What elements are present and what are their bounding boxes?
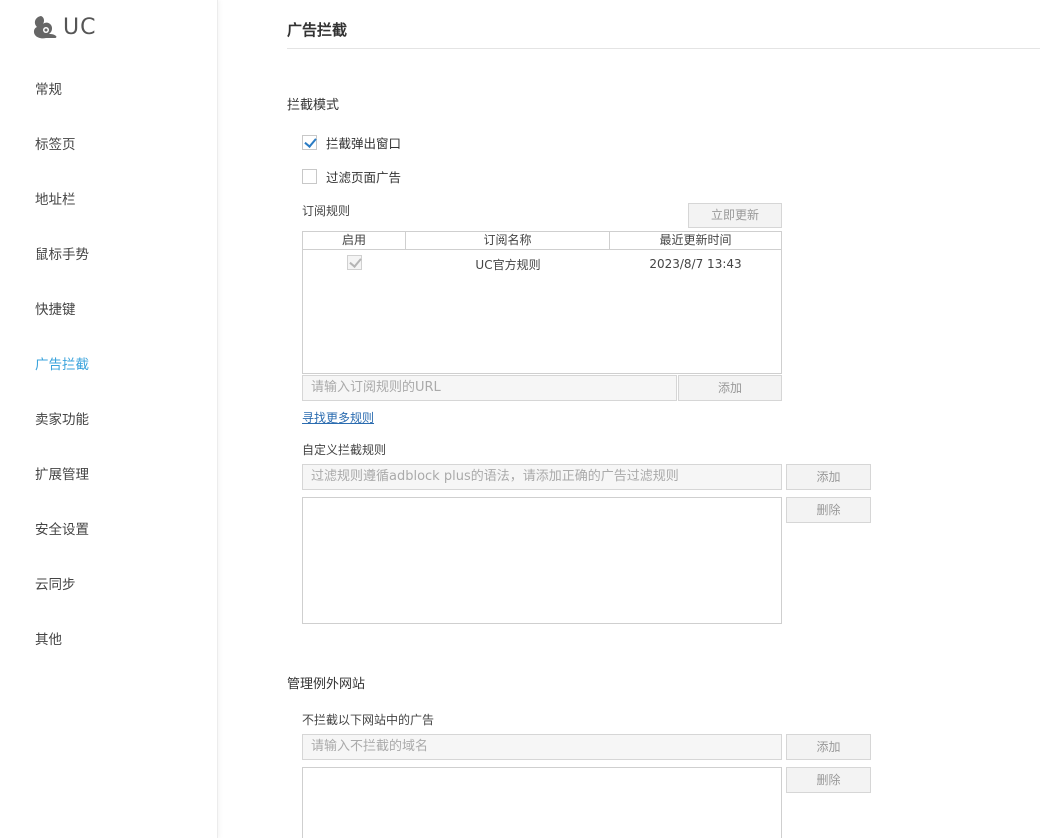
column-header-updated[interactable]: 最近更新时间 [610,232,781,249]
sidebar-item-tabs[interactable]: 标签页 [35,133,76,153]
popup-block-toggle[interactable]: 拦截弹出窗口 [302,133,401,152]
table-row[interactable]: UC官方规则 2023/8/7 13:43 [303,250,781,278]
subscriptions-table: 启用 订阅名称 最近更新时间 UC官方规则 2023/8/7 13:43 [302,231,782,374]
find-more-rules-link[interactable]: 寻找更多规则 [302,409,374,426]
sidebar-item-other[interactable]: 其他 [35,628,62,648]
add-subscription-button[interactable]: 添加 [678,375,782,401]
sidebar: UC 常规 标签页 地址栏 鼠标手势 快捷键 广告拦截 卖家功能 扩展管理 安全… [0,0,218,838]
exception-domain-input[interactable]: 请输入不拦截的域名 [302,734,782,760]
block-mode-title: 拦截模式 [287,98,340,113]
column-header-enabled[interactable]: 启用 [303,232,406,249]
subscriptions-title: 订阅规则 [302,204,351,218]
sidebar-item-cloud-sync[interactable]: 云同步 [35,573,76,593]
exceptions-list[interactable] [302,767,782,838]
custom-rules-list[interactable] [302,497,782,624]
page-ads-toggle[interactable]: 过滤页面广告 [302,167,401,186]
table-header: 启用 订阅名称 最近更新时间 [303,232,781,250]
popup-block-label: 拦截弹出窗口 [326,136,402,151]
add-custom-rule-button[interactable]: 添加 [786,464,871,490]
sidebar-item-address-bar[interactable]: 地址栏 [35,188,76,208]
row-updated-cell: 2023/8/7 13:43 [649,257,742,271]
subscription-url-input[interactable]: 请输入订阅规则的URL [302,375,677,401]
column-header-name[interactable]: 订阅名称 [406,232,610,249]
page-title: 广告拦截 [287,21,348,39]
row-enabled-checkbox[interactable] [347,255,362,270]
custom-rule-input[interactable]: 过滤规则遵循adblock plus的语法，请添加正确的广告过滤规则 [302,464,782,490]
sidebar-item-shortcuts[interactable]: 快捷键 [35,298,76,318]
delete-exception-button[interactable]: 删除 [786,767,871,793]
exceptions-subtitle: 不拦截以下网站中的广告 [302,713,435,727]
sidebar-item-security[interactable]: 安全设置 [35,518,89,538]
exceptions-title: 管理例外网站 [287,677,366,692]
sidebar-item-ad-block[interactable]: 广告拦截 [35,353,89,373]
uc-logo: UC [31,12,96,42]
popup-block-checkbox[interactable] [302,135,317,150]
sidebar-item-general[interactable]: 常规 [35,78,62,98]
add-exception-button[interactable]: 添加 [786,734,871,760]
logo-text: UC [63,14,97,40]
sidebar-item-extensions[interactable]: 扩展管理 [35,463,89,483]
delete-custom-rule-button[interactable]: 删除 [786,497,871,523]
sidebar-item-seller[interactable]: 卖家功能 [35,408,89,428]
update-now-button[interactable]: 立即更新 [688,203,782,228]
uc-squirrel-icon [33,16,57,39]
title-divider [287,48,1040,49]
row-name-cell: UC官方规则 [475,257,541,272]
main-content: 广告拦截 拦截模式 拦截弹出窗口 过滤页面广告 订阅规则 立即更新 启用 订阅名… [287,0,1040,838]
row-enabled-cell [303,255,406,273]
page-ads-checkbox[interactable] [302,169,317,184]
page-ads-label: 过滤页面广告 [326,170,402,185]
sidebar-item-mouse-gestures[interactable]: 鼠标手势 [35,243,89,263]
custom-rules-title: 自定义拦截规则 [302,443,387,457]
